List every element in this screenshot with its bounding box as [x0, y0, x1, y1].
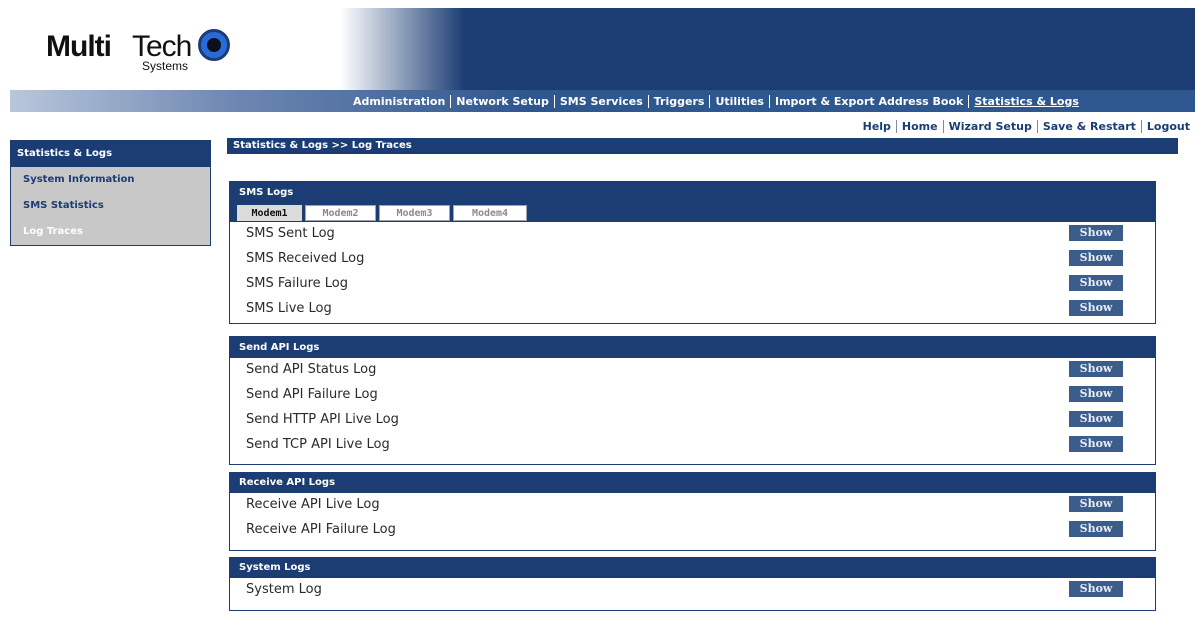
row-label: SMS Sent Log — [246, 226, 335, 241]
logo-circle-icon — [198, 29, 230, 61]
row-label: Receive API Live Log — [246, 497, 380, 512]
show-button[interactable]: Show — [1069, 521, 1123, 537]
row-label: Send API Status Log — [246, 362, 377, 377]
tab-modem1[interactable]: Modem1 — [237, 205, 302, 221]
help-link[interactable]: Help — [858, 120, 896, 133]
nav-sms-services[interactable]: SMS Services — [553, 94, 648, 108]
log-row-send-api-failure: Send API Failure Log Show — [230, 383, 1155, 408]
log-row-receive-api-failure: Receive API Failure Log Show — [230, 518, 1155, 543]
row-label: SMS Received Log — [246, 251, 365, 266]
logout-link[interactable]: Logout — [1140, 120, 1195, 133]
row-label: SMS Failure Log — [246, 276, 348, 291]
nav-statistics-logs[interactable]: Statistics & Logs — [968, 94, 1084, 108]
log-row-sms-live: SMS Live Log Show — [230, 297, 1155, 322]
show-button[interactable]: Show — [1069, 300, 1123, 316]
receive-api-logs-panel: Receive API Logs Receive API Live Log Sh… — [229, 472, 1156, 551]
show-button[interactable]: Show — [1069, 386, 1123, 402]
row-label: System Log — [246, 582, 322, 597]
modem-tabs: Modem1 Modem2 Modem3 Modem4 — [237, 205, 530, 221]
sms-logs-header: SMS Logs Modem1 Modem2 Modem3 Modem4 — [230, 182, 1155, 222]
sms-logs-panel: SMS Logs Modem1 Modem2 Modem3 Modem4 SMS… — [229, 181, 1156, 324]
breadcrumb: Statistics & Logs >> Log Traces — [227, 138, 1178, 154]
send-api-logs-panel: Send API Logs Send API Status Log Show S… — [229, 336, 1156, 465]
receive-api-logs-header: Receive API Logs — [230, 473, 1155, 493]
nav-triggers[interactable]: Triggers — [647, 94, 710, 108]
header-banner: Multi Tech Systems — [10, 8, 1195, 90]
row-label: Receive API Failure Log — [246, 522, 396, 537]
log-row-send-tcp-api-live: Send TCP API Live Log Show — [230, 433, 1155, 458]
sidebar-item-sms-statistics[interactable]: SMS Statistics — [11, 193, 210, 219]
log-row-sms-received: SMS Received Log Show — [230, 247, 1155, 272]
sidebar-title: Statistics & Logs — [11, 141, 210, 167]
nav-utilities[interactable]: Utilities — [709, 94, 769, 108]
logo-text-systems: Systems — [142, 59, 189, 73]
tab-modem2[interactable]: Modem2 — [305, 205, 376, 221]
home-link[interactable]: Home — [895, 120, 943, 133]
multitech-logo[interactable]: Multi Tech Systems — [46, 26, 246, 76]
show-button[interactable]: Show — [1069, 275, 1123, 291]
nav-network-setup[interactable]: Network Setup — [450, 94, 554, 108]
show-button[interactable]: Show — [1069, 250, 1123, 266]
log-row-sms-sent: SMS Sent Log Show — [230, 222, 1155, 247]
row-label: Send TCP API Live Log — [246, 437, 390, 452]
utility-links: Help Home Wizard Setup Save & Restart Lo… — [858, 120, 1195, 133]
tab-modem3[interactable]: Modem3 — [379, 205, 450, 221]
system-logs-header: System Logs — [230, 558, 1155, 578]
system-logs-panel: System Logs System Log Show — [229, 557, 1156, 611]
show-button[interactable]: Show — [1069, 496, 1123, 512]
log-row-receive-api-live: Receive API Live Log Show — [230, 493, 1155, 518]
page-frame: Multi Tech Systems Administration Networ… — [10, 8, 1195, 612]
tab-modem4[interactable]: Modem4 — [453, 205, 527, 221]
save-restart-link[interactable]: Save & Restart — [1036, 120, 1141, 133]
log-row-sms-failure: SMS Failure Log Show — [230, 272, 1155, 297]
nav-import-export-address-book[interactable]: Import & Export Address Book — [768, 94, 968, 108]
sms-logs-title: SMS Logs — [239, 187, 294, 198]
log-row-send-api-status: Send API Status Log Show — [230, 358, 1155, 383]
send-api-logs-header: Send API Logs — [230, 337, 1155, 358]
sidebar-item-system-information[interactable]: System Information — [11, 167, 210, 193]
show-button[interactable]: Show — [1069, 225, 1123, 241]
show-button[interactable]: Show — [1069, 436, 1123, 452]
row-label: Send API Failure Log — [246, 387, 378, 402]
logo-text-multi: Multi — [46, 30, 112, 63]
sidebar: Statistics & Logs System Information SMS… — [10, 140, 211, 246]
show-button[interactable]: Show — [1069, 411, 1123, 427]
show-button[interactable]: Show — [1069, 581, 1123, 597]
row-label: Send HTTP API Live Log — [246, 412, 399, 427]
row-label: SMS Live Log — [246, 301, 332, 316]
nav-administration[interactable]: Administration — [348, 95, 450, 108]
wizard-setup-link[interactable]: Wizard Setup — [942, 120, 1037, 133]
top-navigation: Administration Network Setup SMS Service… — [10, 90, 1195, 112]
show-button[interactable]: Show — [1069, 361, 1123, 377]
log-row-send-http-api-live: Send HTTP API Live Log Show — [230, 408, 1155, 433]
sidebar-item-log-traces[interactable]: Log Traces — [11, 219, 210, 245]
log-row-system: System Log Show — [230, 578, 1155, 603]
